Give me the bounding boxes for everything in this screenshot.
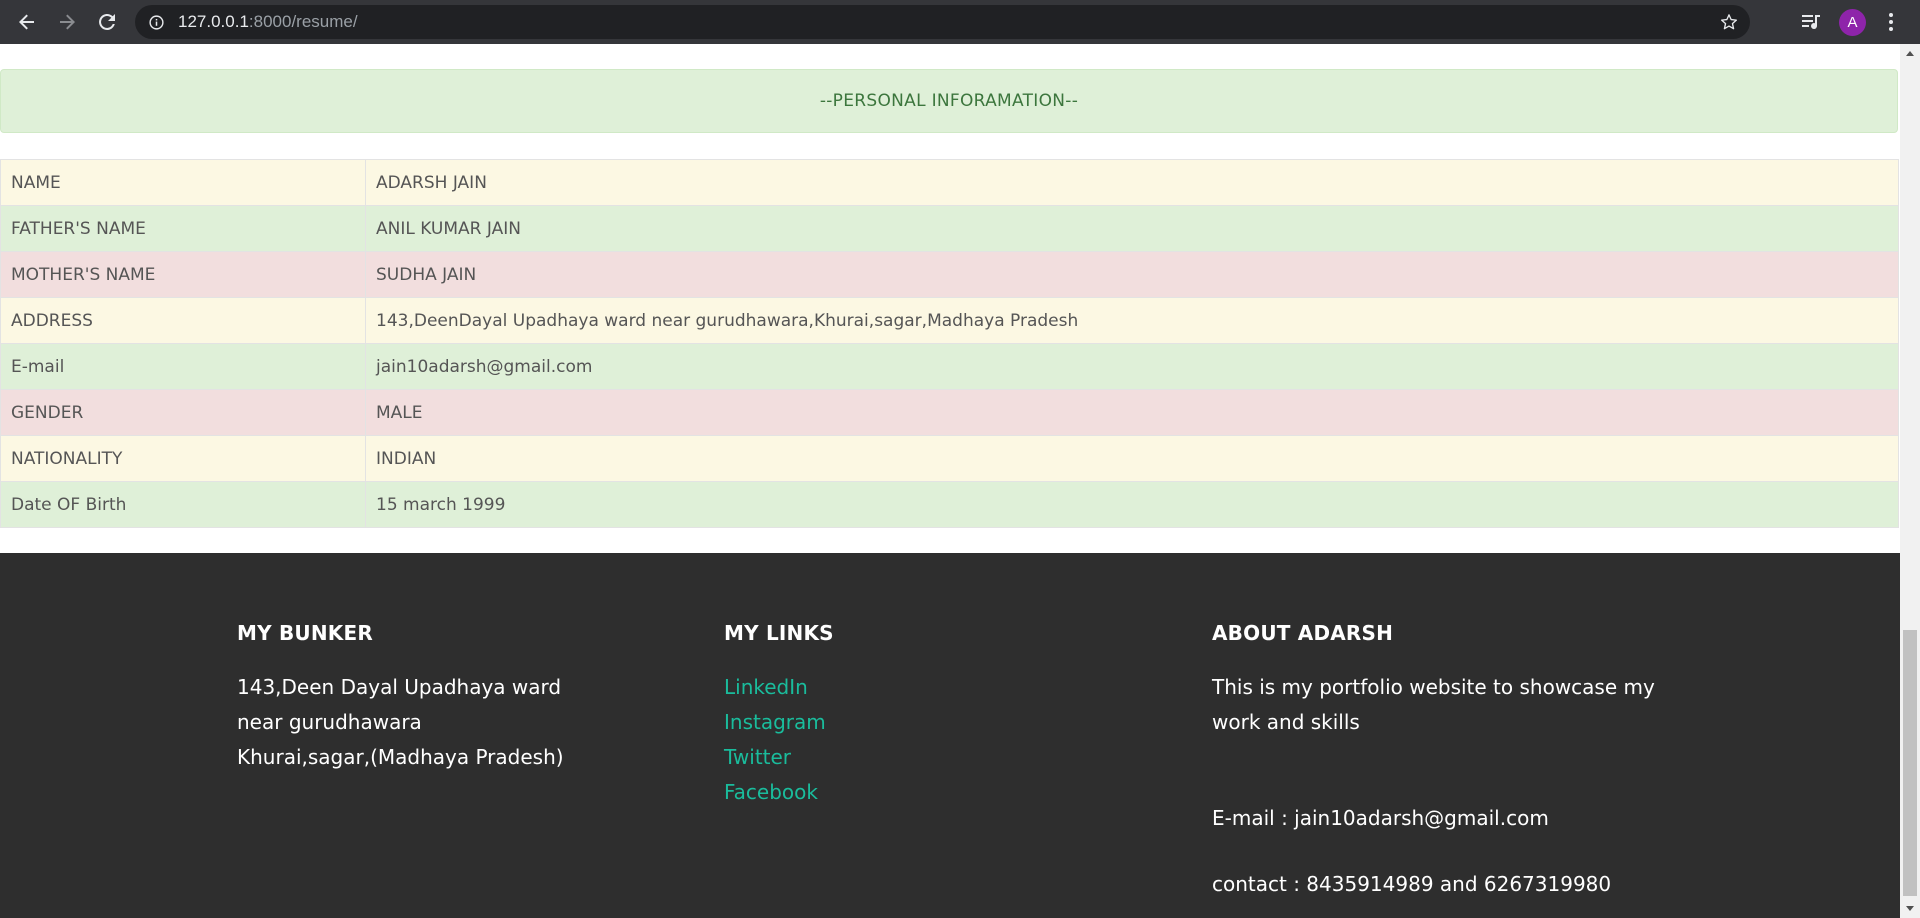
scrollbar-thumb[interactable] xyxy=(1903,630,1917,896)
site-info-icon[interactable] xyxy=(149,15,164,30)
row-label: GENDER xyxy=(0,389,366,436)
row-value: ANIL KUMAR JAIN xyxy=(365,205,1899,252)
footer-about-contact: contact : 8435914989 and 6267319980 xyxy=(1212,872,1612,896)
row-value: 143,DeenDayal Upadhaya ward near gurudha… xyxy=(365,297,1899,344)
footer-links-list: LinkedIn Instagram Twitter Facebook xyxy=(724,670,826,810)
back-button[interactable] xyxy=(13,8,41,36)
footer-bunker-address: 143,Deen Dayal Upadhaya ward near gurudh… xyxy=(237,670,597,775)
table-row: NAME ADARSH JAIN xyxy=(0,159,1899,206)
table-row: E-mail jain10adarsh@gmail.com xyxy=(0,343,1899,390)
scroll-up-arrow-icon[interactable] xyxy=(1906,51,1914,56)
row-label: ADDRESS xyxy=(0,297,366,344)
vertical-scrollbar[interactable] xyxy=(1900,44,1920,918)
row-value: MALE xyxy=(365,389,1899,436)
kebab-menu-icon[interactable] xyxy=(1886,12,1896,32)
table-row: MOTHER'S NAME SUDHA JAIN xyxy=(0,251,1899,298)
scroll-down-arrow-icon[interactable] xyxy=(1906,906,1914,911)
row-label: MOTHER'S NAME xyxy=(0,251,366,298)
back-arrow-icon xyxy=(19,14,34,30)
bookmark-star-icon[interactable] xyxy=(1720,13,1738,31)
page-content: --PERSONAL INFORAMATION-- NAME ADARSH JAI… xyxy=(0,44,1900,918)
row-label: NAME xyxy=(0,159,366,206)
personal-info-table-body: NAME ADARSH JAIN FATHER'S NAME ANIL KUMAR J… xyxy=(0,159,1899,528)
personal-info-table: NAME ADARSH JAIN FATHER'S NAME ANIL KUMAR J… xyxy=(0,159,1899,528)
table-row: FATHER'S NAME ANIL KUMAR JAIN xyxy=(0,205,1899,252)
address-bar[interactable]: 127.0.0.1:8000/resume/ xyxy=(135,5,1750,39)
twitter-link[interactable]: Twitter xyxy=(724,740,826,775)
footer-links-title: MY LINKS xyxy=(724,621,834,645)
footer-about-email: E-mail : jain10adarsh@gmail.com xyxy=(1212,806,1549,830)
address-line: 143,Deen Dayal Upadhaya ward xyxy=(237,675,562,699)
forward-arrow-icon xyxy=(60,14,75,30)
forward-button[interactable] xyxy=(53,8,81,36)
linkedin-link[interactable]: LinkedIn xyxy=(724,670,826,705)
table-row: GENDER MALE xyxy=(0,389,1899,436)
footer-bunker-title: MY BUNKER xyxy=(237,621,373,645)
url-path: :8000/resume/ xyxy=(248,12,358,31)
row-label: E-mail xyxy=(0,343,366,390)
row-label: FATHER'S NAME xyxy=(0,205,366,252)
table-row: ADDRESS 143,DeenDayal Upadhaya ward near … xyxy=(0,297,1899,344)
footer: MY BUNKER 143,Deen Dayal Upadhaya ward n… xyxy=(0,553,1900,918)
row-label: NATIONALITY xyxy=(0,435,366,482)
row-label: Date OF Birth xyxy=(0,481,366,528)
row-value: 15 march 1999 xyxy=(365,481,1899,528)
table-row: NATIONALITY INDIAN xyxy=(0,435,1899,482)
url-host: 127.0.0.1 xyxy=(178,12,249,31)
instagram-link[interactable]: Instagram xyxy=(724,705,826,740)
facebook-link[interactable]: Facebook xyxy=(724,775,826,810)
url-text[interactable]: 127.0.0.1:8000/resume/ xyxy=(178,12,358,32)
table-row: Date OF Birth 15 march 1999 xyxy=(0,481,1899,528)
address-line: Khurai,sagar,(Madhaya Pradesh) xyxy=(237,745,564,769)
row-value: INDIAN xyxy=(365,435,1899,482)
address-line: near gurudhawara xyxy=(237,710,422,734)
row-value: SUDHA JAIN xyxy=(365,251,1899,298)
reload-icon xyxy=(99,13,115,30)
personal-information-header: --PERSONAL INFORAMATION-- xyxy=(0,69,1898,133)
row-value: jain10adarsh@gmail.com xyxy=(365,343,1899,390)
media-queue-icon[interactable] xyxy=(1801,12,1821,32)
footer-about-title: ABOUT ADARSH xyxy=(1212,621,1394,645)
row-value: ADARSH JAIN xyxy=(365,159,1899,206)
profile-avatar[interactable]: A xyxy=(1839,9,1866,36)
footer-about-description: This is my portfolio website to showcase… xyxy=(1212,675,1655,734)
browser-toolbar: 127.0.0.1:8000/resume/ A xyxy=(0,0,1920,44)
reload-button[interactable] xyxy=(93,8,121,36)
